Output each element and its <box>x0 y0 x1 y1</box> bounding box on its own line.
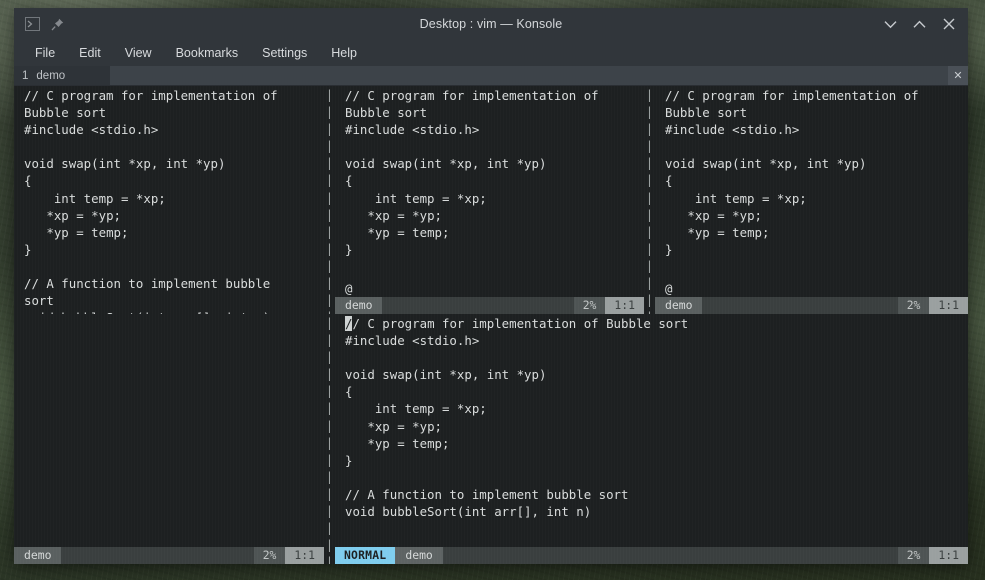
statusline-percent-bottom: 2% <box>898 547 930 564</box>
vim-buffer-bottom[interactable]: // C program for implementation of Bubbl… <box>335 314 968 547</box>
vim-pane-top-mid[interactable]: // C program for implementation of Bubbl… <box>335 86 644 314</box>
vim-fill-char-top-mid: @ <box>335 280 644 297</box>
statusline-file-bottom: demo <box>395 547 442 564</box>
vim-statusline-top-right: demo 2% 1:1 <box>655 297 968 314</box>
statusline-percent-top-right: 2% <box>898 297 930 314</box>
vim-editor: // C program for implementation of Bubbl… <box>14 86 968 564</box>
statusline-spacer-left <box>61 547 253 564</box>
vim-pane-bottom[interactable]: // C program for implementation of Bubbl… <box>335 314 968 564</box>
vim-buffer-top-left[interactable]: // C program for implementation of Bubbl… <box>14 86 324 314</box>
statusline-file-top-right: demo <box>655 297 702 314</box>
vim-buffer-top-right[interactable]: // C program for implementation of Bubbl… <box>655 86 968 280</box>
tabbar: 1 demo ✕ <box>14 66 968 86</box>
window-title: Desktop : vim — Konsole <box>14 17 968 31</box>
konsole-window: Desktop : vim — Konsole File Edit View B… <box>14 8 968 564</box>
statusline-spacer-top-right <box>702 297 897 314</box>
statusline-spacer-bottom <box>443 547 898 564</box>
maximize-button[interactable] <box>912 17 927 32</box>
statusline-position-left: 1:1 <box>285 547 324 564</box>
vim-buffer-bottom-text: / C program for implementation of Bubble… <box>345 316 688 519</box>
vim-pane-top-right[interactable]: // C program for implementation of Bubbl… <box>655 86 968 314</box>
menu-settings[interactable]: Settings <box>261 44 308 62</box>
vim-statusline-left: demo 2% 1:1 <box>14 547 324 564</box>
vim-statusline-bottom: NORMAL demo 2% 1:1 <box>335 547 968 564</box>
statusline-spacer-top-mid <box>382 297 573 314</box>
tabbar-empty-area[interactable] <box>110 66 948 85</box>
window-titlebar: Desktop : vim — Konsole <box>14 8 968 40</box>
pin-icon[interactable] <box>49 16 65 32</box>
vim-vertical-separator-2: | | | | | | | | | | | | | | <box>644 86 655 314</box>
vim-top-row: // C program for implementation of Bubbl… <box>14 86 968 314</box>
statusline-mode-bottom: NORMAL <box>335 547 395 564</box>
terminal-icon[interactable] <box>24 16 40 32</box>
statusline-file-top-mid: demo <box>335 297 382 314</box>
vim-vertical-separator-3: | | | | | | | | | | | | | | | <box>324 314 335 564</box>
titlebar-left-icons <box>22 16 65 32</box>
vim-statusline-top-mid: demo 2% 1:1 <box>335 297 644 314</box>
close-button[interactable] <box>941 17 956 32</box>
statusline-position-top-right: 1:1 <box>929 297 968 314</box>
vim-buffer-top-mid[interactable]: // C program for implementation of Bubbl… <box>335 86 644 280</box>
vim-pane-bottom-left-continued[interactable]: demo 2% 1:1 <box>14 314 324 564</box>
vim-fill-char-top-right: @ <box>655 280 968 297</box>
menu-edit[interactable]: Edit <box>78 44 102 62</box>
menu-bookmarks[interactable]: Bookmarks <box>175 44 240 62</box>
menu-file[interactable]: File <box>34 44 56 62</box>
tab-index: 1 <box>22 70 28 82</box>
minimize-button[interactable] <box>883 17 898 32</box>
statusline-file-left: demo <box>14 547 61 564</box>
vim-vertical-separator-1: | | | | | | | | | | | | | | <box>324 86 335 314</box>
window-controls <box>883 17 960 32</box>
terminal-view[interactable]: // C program for implementation of Bubbl… <box>14 86 968 564</box>
tab-label: demo <box>36 70 65 82</box>
tab-close-icon[interactable]: ✕ <box>948 66 968 85</box>
menubar: File Edit View Bookmarks Settings Help <box>14 40 968 66</box>
statusline-position-top-mid: 1:1 <box>605 297 644 314</box>
statusline-percent-top-mid: 2% <box>574 297 606 314</box>
tab-demo[interactable]: 1 demo <box>14 66 110 85</box>
vim-pane-top-left[interactable]: // C program for implementation of Bubbl… <box>14 86 324 314</box>
menu-view[interactable]: View <box>124 44 153 62</box>
menu-help[interactable]: Help <box>330 44 358 62</box>
statusline-percent-left: 2% <box>254 547 286 564</box>
vim-bottom-row: demo 2% 1:1 | | | | | | | | | | | | | | … <box>14 314 968 564</box>
statusline-position-bottom: 1:1 <box>929 547 968 564</box>
